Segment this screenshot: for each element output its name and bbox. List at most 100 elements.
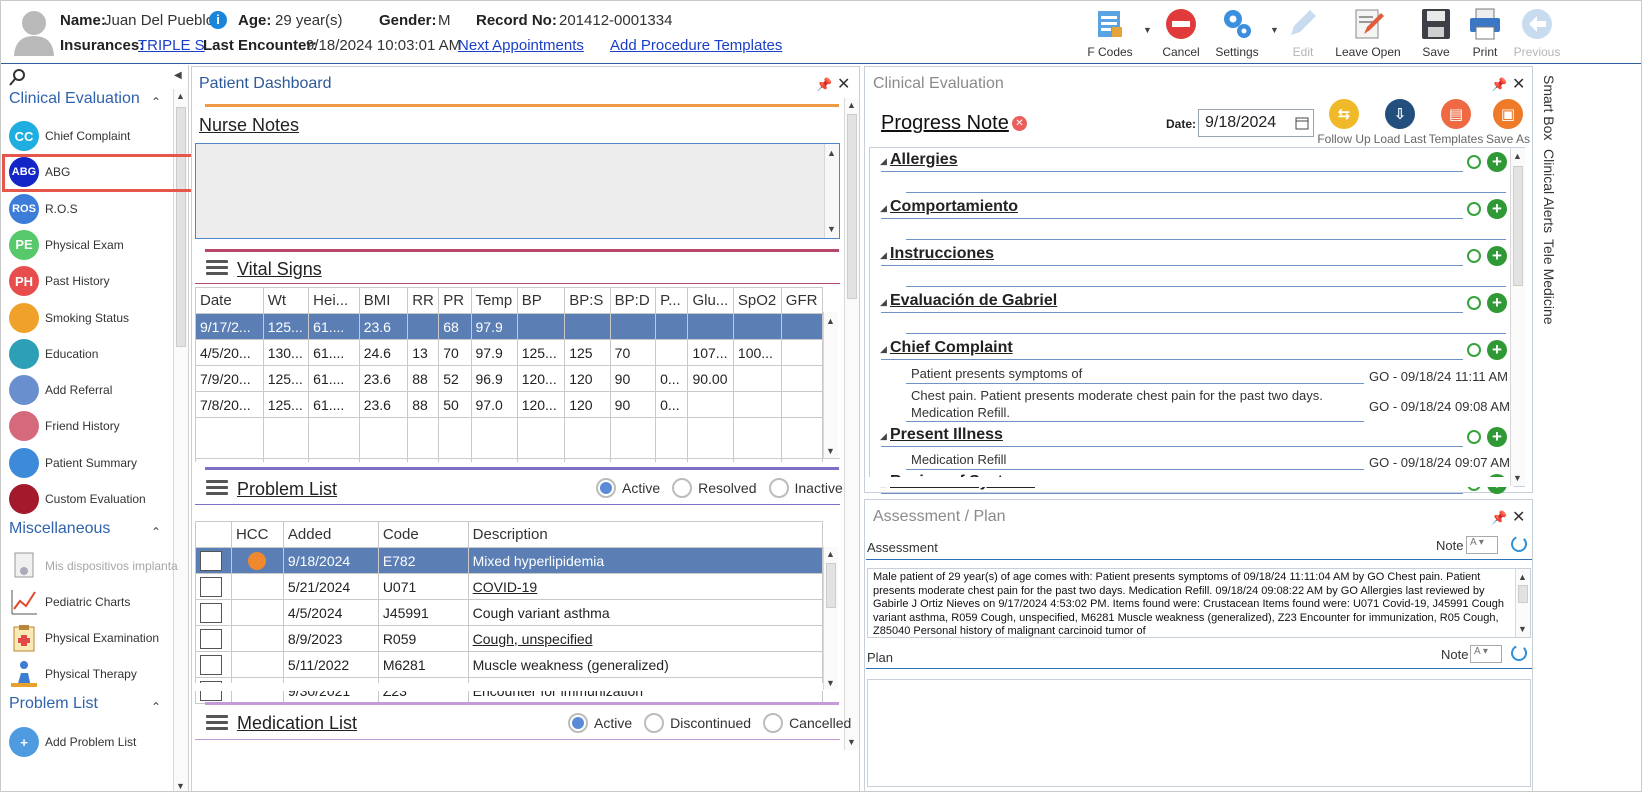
section-present-illness[interactable]: Present Illness — [890, 426, 1003, 444]
section-clinical-evaluation[interactable]: Clinical Evaluation — [9, 90, 140, 108]
chevron-up-icon[interactable]: ⌃ — [151, 525, 161, 539]
sidebar-item-implant-devices[interactable]: Mis dispositivos implanta — [9, 548, 184, 584]
section-comportamiento[interactable]: Comportamiento — [890, 198, 1018, 216]
collapse-sidebar-icon[interactable]: ◀ — [174, 70, 182, 81]
collapse-triangle-icon[interactable]: ◢ — [880, 250, 887, 261]
add-icon[interactable]: + — [1487, 427, 1507, 447]
remove-icon[interactable]: ✕ — [1012, 116, 1027, 131]
sidebar-item-pediatric-charts[interactable]: Pediatric Charts — [9, 584, 184, 620]
date-field[interactable]: 9/18/2024 — [1198, 109, 1314, 137]
row-checkbox[interactable] — [200, 576, 222, 597]
leave-open-button[interactable]: Leave Open — [1333, 7, 1403, 59]
smart-box-tab[interactable]: Smart Box — [1541, 75, 1557, 140]
print-button[interactable]: Print — [1455, 7, 1515, 59]
vital-column-header[interactable]: BMI — [358, 287, 409, 314]
vital-column-header[interactable]: Wt — [262, 287, 310, 314]
add-icon[interactable]: + — [1487, 340, 1507, 360]
assessment-textarea[interactable]: Male patient of 29 year(s) of age comes … — [867, 568, 1531, 638]
vital-signs-scrollbar[interactable]: ▲ ▼ — [823, 312, 838, 458]
vital-column-header[interactable]: BP:D — [609, 287, 657, 314]
sidebar-item-physical-exam[interactable]: PE Physical Exam — [9, 227, 184, 263]
menu-icon[interactable] — [206, 477, 228, 495]
add-procedure-templates-link[interactable]: Add Procedure Templates — [610, 37, 782, 54]
section-problem-list[interactable]: Problem List — [9, 695, 98, 713]
info-icon[interactable]: i — [209, 11, 227, 29]
sidebar-item-add-referral[interactable]: Add Referral — [9, 372, 184, 408]
vital-column-header[interactable]: RR — [407, 287, 440, 314]
problem-column-header[interactable]: Description — [467, 521, 824, 548]
templates-button[interactable]: ▤ Templates — [1428, 99, 1484, 146]
sidebar-item-friend-history[interactable]: Friend History — [9, 408, 184, 444]
row-checkbox[interactable] — [200, 602, 222, 623]
note-dropdown[interactable]: A ▾ — [1466, 536, 1498, 554]
vital-column-header[interactable]: BP — [516, 287, 566, 314]
refresh-icon[interactable] — [1509, 643, 1529, 663]
add-icon[interactable]: + — [1487, 199, 1507, 219]
collapse-triangle-icon[interactable]: ◢ — [880, 156, 887, 167]
vital-column-header[interactable]: Temp — [470, 287, 518, 314]
problem-column-header[interactable]: Added — [282, 521, 379, 548]
section-miscellaneous[interactable]: Miscellaneous — [9, 520, 110, 538]
sidebar-item-physical-therapy[interactable]: Physical Therapy — [9, 656, 184, 692]
next-appointments-link[interactable]: Next Appointments — [458, 37, 584, 54]
sidebar-item-education[interactable]: Education — [9, 336, 184, 372]
pin-icon[interactable]: 📌 — [816, 77, 832, 93]
scroll-down-icon[interactable]: ▼ — [847, 737, 856, 747]
sidebar-item-past-history[interactable]: PH Past History — [9, 263, 184, 299]
vital-column-header[interactable]: Glu... — [687, 287, 734, 314]
radio-discontinued[interactable]: Discontinued — [644, 713, 751, 733]
vital-column-header[interactable]: SpO2 — [732, 287, 782, 314]
vital-column-header[interactable]: BP:S — [564, 287, 611, 314]
problem-list-scrollbar[interactable]: ▲ ▼ — [823, 547, 838, 690]
dashboard-scrollbar[interactable]: ▲ — [844, 98, 859, 750]
vital-column-header[interactable]: GFR — [780, 287, 824, 314]
chevron-up-icon[interactable]: ⌃ — [151, 95, 161, 109]
table-row[interactable]: 4/5/2024 J45991 Cough variant asthma — [195, 599, 824, 626]
section-instrucciones[interactable]: Instrucciones — [890, 245, 994, 263]
sidebar-item-chief-complaint[interactable]: CC Chief Complaint — [9, 118, 184, 154]
tele-medicine-tab[interactable]: Tele Medicine — [1541, 239, 1557, 325]
row-checkbox[interactable] — [200, 654, 222, 675]
insurance-link[interactable]: TRIPLE S — [138, 37, 205, 54]
radio-active[interactable]: Active — [568, 713, 632, 733]
sidebar-item-custom-evaluation[interactable]: Custom Evaluation — [9, 481, 184, 517]
problem-column-header[interactable]: Code — [377, 521, 469, 548]
fcodes-button[interactable]: F Codes — [1080, 7, 1140, 59]
section-evaluacion-de-gabriel[interactable]: Evaluación de Gabriel — [890, 292, 1057, 310]
alarm-clock-icon[interactable] — [1467, 430, 1481, 444]
collapse-triangle-icon[interactable]: ◢ — [880, 203, 887, 214]
nurse-notes-textarea[interactable]: ▲ ▼ — [195, 143, 840, 239]
menu-icon[interactable] — [206, 712, 228, 730]
problem-column-header[interactable] — [195, 521, 232, 548]
search-icon[interactable] — [9, 68, 27, 86]
radio-cancelled[interactable]: Cancelled — [763, 713, 851, 733]
row-checkbox[interactable] — [200, 628, 222, 649]
radio-active[interactable]: Active — [596, 478, 660, 498]
note-dropdown[interactable]: A ▾ — [1470, 645, 1502, 663]
close-icon[interactable]: ✕ — [1512, 74, 1525, 94]
table-row[interactable]: 5/21/2024 U071 COVID-19 — [195, 573, 824, 600]
close-icon[interactable]: ✕ — [837, 74, 850, 94]
table-row[interactable]: 9/17/2... 125... 61.... 23.6 68 97.9 — [195, 313, 824, 340]
alarm-clock-icon[interactable] — [1467, 202, 1481, 216]
edit-button[interactable]: Edit — [1273, 7, 1333, 59]
collapse-triangle-icon[interactable]: ◢ — [880, 344, 887, 355]
menu-icon[interactable] — [206, 257, 228, 275]
vital-column-header[interactable]: Date — [195, 287, 264, 314]
sidebar-item-add-problem-list[interactable]: + Add Problem List — [9, 724, 184, 760]
cancel-button[interactable]: Cancel — [1151, 7, 1211, 59]
pin-icon[interactable]: 📌 — [1491, 77, 1507, 93]
progress-note-scrollbar[interactable]: ▲ ▼ — [1510, 148, 1525, 486]
sidebar-item-patient-summary[interactable]: Patient Summary — [9, 445, 184, 481]
vital-column-header[interactable]: PR — [438, 287, 472, 314]
load-last-button[interactable]: ⇩ Load Last — [1372, 99, 1428, 146]
section-allergies[interactable]: Allergies — [890, 151, 958, 169]
sidebar-item-ros[interactable]: ROS R.O.S — [9, 191, 184, 227]
refresh-icon[interactable] — [1509, 534, 1529, 554]
table-row[interactable]: 7/8/20... 125... 61.... 23.6 88 50 97.0 120... 1… — [195, 391, 824, 418]
sidebar-item-physical-examination[interactable]: Physical Examination — [9, 620, 184, 656]
dashboard-scroll-thumb[interactable] — [847, 114, 857, 299]
close-icon[interactable]: ✕ — [1512, 507, 1525, 527]
previous-button[interactable]: Previous — [1507, 7, 1567, 59]
table-row[interactable]: 9/18/2024 E782 Mixed hyperlipidemia — [195, 547, 824, 574]
